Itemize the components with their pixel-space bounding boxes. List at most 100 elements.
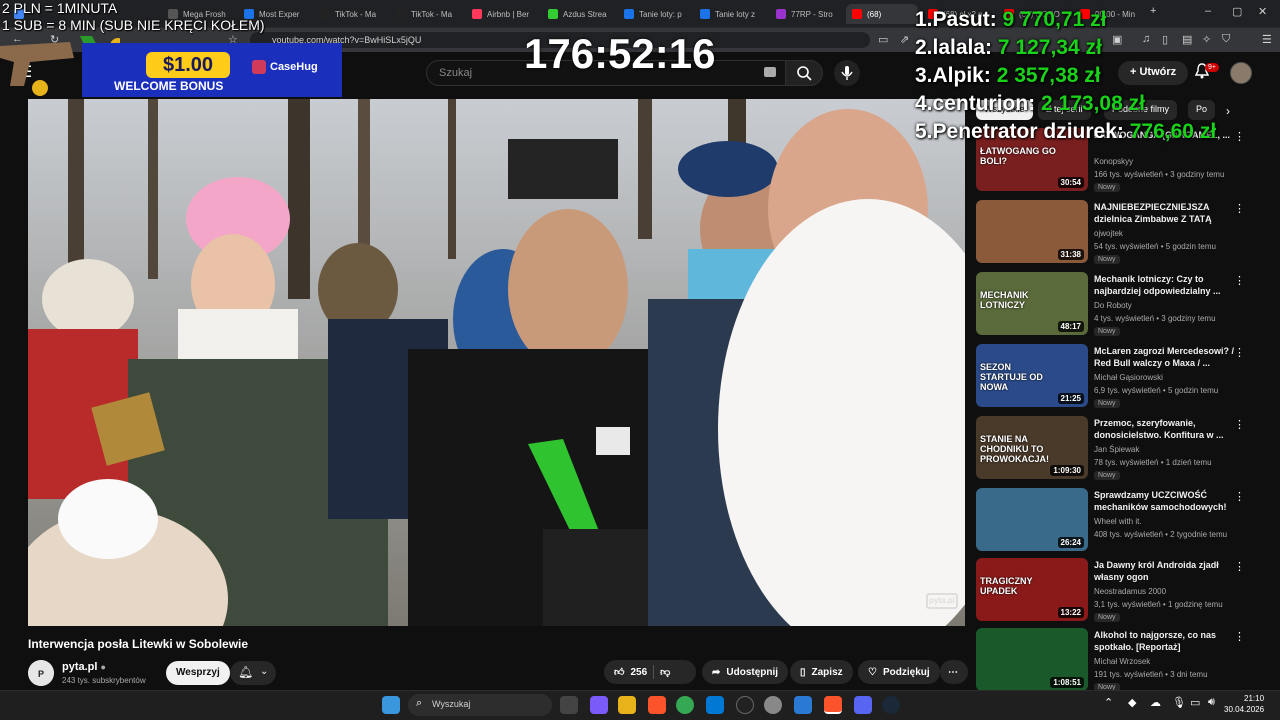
settings-app-icon[interactable] [764,696,782,714]
browser-tab[interactable]: Tanie loty: p [618,4,690,24]
taskbar-search-icon: ⌕ [416,697,423,709]
video-duration: 21:25 [1057,393,1084,404]
like-button[interactable]: 👍︎ 256 [614,666,648,679]
more-actions-button[interactable]: ⋯ [940,660,968,684]
more-options-icon[interactable]: ⋮ [1234,490,1245,503]
recommended-video[interactable]: STANIE NA CHODNIKU TO PROWOKACJA! 1:09:30… [976,416,1266,480]
recommended-video[interactable]: MECHANIK LOTNICZY 48:17 Mechanik lotniczy:… [976,272,1266,336]
recommended-channel[interactable]: Wheel with it. [1094,517,1142,526]
recommended-channel[interactable]: Do Roboty [1094,301,1132,310]
recommended-video[interactable]: 26:24 Sprawdzamy UCZCIWOŚĆ mechaników sam… [976,488,1266,552]
obs-icon[interactable] [736,696,754,714]
task-view-icon[interactable] [560,696,578,714]
like-count: 256 [630,666,648,678]
more-options-icon[interactable]: ⋮ [1234,630,1245,643]
more-options-icon[interactable]: ⋮ [1234,418,1245,431]
save-button[interactable]: ▯ Zapisz [790,660,853,684]
video-thumbnail[interactable]: MECHANIK LOTNICZY 48:17 [976,272,1088,335]
leaderboard-amount: 2 357,38 zł [996,64,1101,87]
channel-avatar[interactable]: P [28,660,54,686]
taskbar-search[interactable]: Wyszukaj [408,694,552,716]
recommended-video[interactable]: TRAGICZNY UPADEK 13:22 Ja Dawny król Andro… [976,558,1266,622]
cast-icon[interactable]: ▭ [878,33,888,46]
leaderboard-name: lalala: [932,36,993,59]
tab-favicon-icon [700,9,710,19]
discord-icon[interactable] [854,696,872,714]
recommended-title[interactable]: Alkohol to najgorsze, co nas spotkało. [… [1094,629,1244,653]
store-icon[interactable] [706,696,724,714]
support-button[interactable]: Wesprzyj [166,661,230,685]
recommended-video[interactable]: 1:08:51 Alkohol to najgorsze, co nas spot… [976,628,1266,692]
onedrive-icon[interactable]: ☁ [1150,696,1161,709]
sub-rule-text: 1 SUB = 8 MIN (SUB NIE KRĘCI KOŁEM) [2,17,265,33]
tray-expand-icon[interactable]: ⌃ [1104,696,1113,709]
chrome-icon[interactable] [676,696,694,714]
video-thumbnail[interactable]: 31:38 [976,200,1088,263]
video-thumbnail[interactable]: 1:08:51 [976,628,1088,691]
file-explorer-icon[interactable] [618,696,636,714]
recommended-channel[interactable]: Michał Gąsiorowski [1094,373,1163,382]
search-button[interactable] [785,60,823,86]
network-icon[interactable]: ▭ [1190,696,1200,709]
thanks-button[interactable]: ♡ Podziękuj [858,660,940,684]
share-page-icon[interactable]: ⇗ [900,33,909,46]
recommended-meta: 191 tys. wyświetleń • 3 dni temu [1094,670,1208,679]
tray-app-icon[interactable]: ◆ [1128,696,1136,709]
leaderboard-row: 2.lalala: 7 127,34 zł [915,36,1280,64]
video-thumbnail[interactable]: STANIE NA CHODNIKU TO PROWOKACJA! 1:09:30 [976,416,1088,479]
video-title: Interwencja posła Litewki w Sobolewie [28,637,249,651]
more-options-icon[interactable]: ⋮ [1234,346,1245,359]
more-options-icon[interactable]: ⋮ [1234,560,1245,573]
more-options-icon[interactable]: ⋮ [1234,274,1245,287]
browser-tab[interactable]: Azdus Strea [542,4,614,24]
recommended-channel[interactable]: Jan Śpiewak [1094,445,1139,454]
browser-tab[interactable]: 77RP - Stro [770,4,842,24]
bonus-amount: $1.00 [146,52,230,78]
volume-icon[interactable]: 🔊︎ [1208,696,1215,709]
voice-search-button[interactable] [834,60,860,86]
recommended-title[interactable]: Ja Dawny król Androida zjadł własny ogon [1094,559,1244,583]
steam-icon[interactable] [882,696,900,714]
video-player[interactable]: pyta.pl [28,99,965,626]
dislike-button[interactable]: 👎︎ [660,666,670,678]
verified-icon: ● [100,662,106,672]
tab-favicon-icon [548,9,558,19]
windows-start-icon[interactable] [382,696,400,714]
recommended-video[interactable]: 31:38 NAJNIEBEZPIECZNIEJSZA dzielnica Zim… [976,200,1266,264]
recommended-channel[interactable]: ojwojtek [1094,229,1123,238]
channel-name[interactable]: pyta.pl ● [62,661,106,673]
brave-active-icon[interactable] [824,696,842,714]
recommended-title[interactable]: McLaren zagrozi Mercedesowi? / Red Bull … [1094,345,1244,369]
video-thumbnail[interactable]: 26:24 [976,488,1088,551]
browser-tab[interactable]: (68) [846,4,918,24]
video-thumbnail[interactable]: TRAGICZNY UPADEK 13:22 [976,558,1088,621]
app-icon[interactable] [794,696,812,714]
keyboard-icon[interactable] [764,67,776,77]
system-clock[interactable]: 21:10 30.04.2026 [1224,693,1264,715]
tab-label: Airbnb | Ber [487,9,530,19]
more-options-icon[interactable]: ⋮ [1234,202,1245,215]
copilot-icon[interactable] [590,696,608,714]
recommended-channel[interactable]: Michał Wrzosek [1094,657,1150,666]
browser-tab[interactable]: TikTok - Ma [314,4,386,24]
brave-icon[interactable] [648,696,666,714]
recommended-meta: 166 tys. wyświetleń • 3 godziny temu [1094,170,1225,179]
subscription-bell-button[interactable]: 🔔︎ ⌄ [230,661,276,685]
recommended-video[interactable]: SEZON STARTUJE OD NOWA 21:25 McLaren zagro… [976,344,1266,408]
share-button[interactable]: ➦ Udostępnij [702,660,789,684]
browser-tab[interactable]: Airbnb | Ber [466,4,538,24]
recommended-channel[interactable]: Konopskyy [1094,157,1133,166]
recommended-title[interactable]: Sprawdzamy UCZCIWOŚĆ mechaników samochod… [1094,489,1244,513]
recommended-title[interactable]: Mechanik lotniczy: Czy to najbardziej od… [1094,273,1244,297]
recommended-title[interactable]: Przemoc, szeryfowanie, donosicielstwo. K… [1094,417,1244,441]
browser-tab[interactable]: Tanie loty z [694,4,766,24]
recommended-meta: 408 tys. wyświetleń • 2 tygodnie temu [1094,530,1228,539]
recommended-title[interactable]: NAJNIEBEZPIECZNIEJSZA dzielnica Zimbabwe… [1094,201,1244,225]
channel-watermark[interactable]: pyta.pl [926,593,958,609]
browser-tab[interactable]: TikTok - Ma [390,4,462,24]
new-badge: Nowy [1094,327,1120,336]
recommended-channel[interactable]: Neostradamus 2000 [1094,587,1166,596]
donation-rule-text: 2 PLN = 1MINUTA [2,0,118,16]
mic-tray-icon[interactable]: 🎙︎ [1172,696,1186,709]
video-thumbnail[interactable]: SEZON STARTUJE OD NOWA 21:25 [976,344,1088,407]
